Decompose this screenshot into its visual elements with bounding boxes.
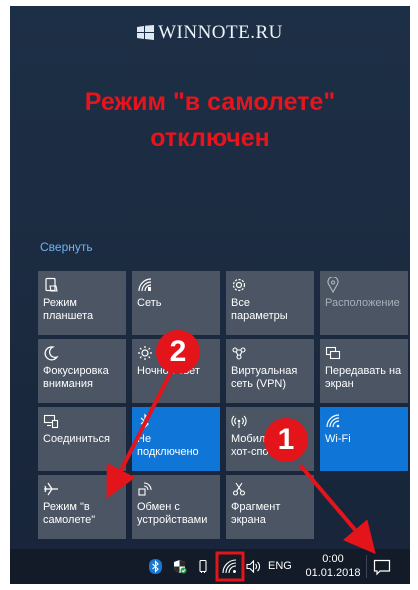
network-icon — [137, 277, 153, 293]
vpn-icon — [231, 345, 247, 361]
language-indicator[interactable]: ENG — [268, 560, 292, 572]
tile-wifi[interactable]: Wi-Fi — [320, 407, 408, 471]
tile-focus-assist[interactable]: Фокусировка внимания — [38, 339, 126, 403]
tile-location[interactable]: Расположение — [320, 271, 408, 335]
tile-label: Режим планшета — [43, 297, 94, 322]
tile-tablet-mode[interactable]: Режим планшета — [38, 271, 126, 335]
project-screen-icon — [325, 345, 341, 361]
tile-label: Режим "в самолете" — [43, 501, 96, 526]
windows-logo-icon — [137, 25, 155, 40]
tile-label: Все параметры — [231, 297, 288, 322]
tile-vpn[interactable]: Виртуальная сеть (VPN) — [226, 339, 314, 403]
notification-icon — [373, 559, 391, 576]
clock-time: 0:00 — [322, 553, 344, 565]
annotation-marker-1: 1 — [264, 418, 308, 462]
tile-bluetooth[interactable]: Не подключено — [132, 407, 220, 471]
annotation-marker-2: 2 — [156, 330, 200, 374]
tile-label: Фрагмент экрана — [231, 501, 281, 526]
tile-network[interactable]: Сеть — [132, 271, 220, 335]
tile-label: Фокусировка внимания — [43, 365, 109, 390]
settings-gear-icon — [231, 277, 247, 293]
usb-device-icon[interactable] — [196, 559, 211, 574]
tile-label: Виртуальная сеть (VPN) — [231, 365, 298, 390]
network-tray-icon[interactable] — [222, 559, 237, 574]
taskbar: ENG 0:00 01.01.2018 — [10, 549, 410, 584]
tile-connect[interactable]: Соединиться — [38, 407, 126, 471]
screen-snip-icon — [231, 481, 247, 497]
tile-label: Расположение — [325, 297, 400, 309]
tile-nearby-sharing[interactable]: Обмен с устройствами — [132, 475, 220, 539]
tile-all-settings[interactable]: Все параметры — [226, 271, 314, 335]
bluetooth-icon — [137, 413, 153, 429]
volume-icon[interactable] — [246, 559, 261, 574]
defender-shield-icon[interactable] — [172, 559, 187, 574]
clock-date: 01.01.2018 — [305, 567, 361, 579]
tile-label: Сеть — [137, 297, 162, 309]
bluetooth-tray-icon[interactable] — [148, 559, 163, 574]
connect-icon — [43, 413, 59, 429]
night-light-icon — [137, 345, 153, 361]
tile-label: Не подключено — [137, 433, 199, 458]
tablet-mode-icon — [43, 277, 59, 293]
tile-screen-snip[interactable]: Фрагмент экрана — [226, 475, 314, 539]
tile-airplane-mode[interactable]: Режим "в самолете" — [38, 475, 126, 539]
mobile-hotspot-icon — [231, 413, 247, 429]
tile-project[interactable]: Передавать на экран — [320, 339, 408, 403]
tile-label: Передавать на экран — [325, 365, 402, 390]
wifi-icon — [325, 413, 341, 429]
headline-line-1: Режим "в самолете" — [84, 88, 336, 116]
location-icon — [325, 277, 341, 293]
collapse-link[interactable]: Свернуть — [40, 240, 93, 254]
tile-label: Соединиться — [43, 433, 110, 445]
focus-moon-icon — [43, 345, 59, 361]
watermark: WINNOTE.RU — [10, 22, 410, 44]
action-center-panel: WINNOTE.RU Режим "в самолете" отключен С… — [10, 6, 410, 584]
tile-label: Обмен с устройствами — [137, 501, 208, 526]
action-center-button[interactable] — [372, 557, 392, 577]
taskbar-divider — [366, 555, 367, 578]
nearby-share-icon — [137, 481, 153, 497]
watermark-text: WINNOTE.RU — [158, 22, 283, 43]
clock[interactable]: 0:00 01.01.2018 — [304, 552, 362, 580]
headline-line-2: отключен — [150, 124, 270, 152]
airplane-icon — [43, 481, 59, 497]
tile-label: Wi-Fi — [325, 433, 351, 445]
headline: Режим "в самолете" отключен — [10, 84, 410, 156]
